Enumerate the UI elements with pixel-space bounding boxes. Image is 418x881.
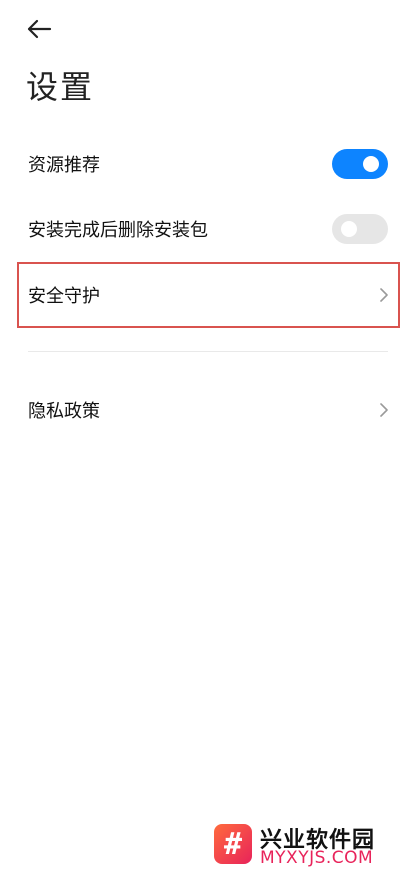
watermark-logo: # [214, 824, 252, 864]
resource-recommend-toggle[interactable] [332, 149, 388, 179]
toggle-knob [363, 156, 379, 172]
delete-package-toggle[interactable] [332, 214, 388, 244]
setting-label-privacy-policy: 隐私政策 [28, 401, 100, 422]
setting-label-delete-package: 安装完成后删除安装包 [28, 220, 208, 241]
watermark: # 兴业软件园 MYXYJS.COM [214, 822, 404, 868]
setting-label-resource-recommend: 资源推荐 [28, 155, 100, 176]
toggle-knob [341, 221, 357, 237]
setting-row-privacy-policy[interactable]: 隐私政策 [0, 378, 418, 442]
arrow-left-icon [27, 19, 52, 39]
setting-row-delete-package: 安装完成后删除安装包 [0, 197, 418, 261]
back-button[interactable] [22, 14, 56, 44]
watermark-name-en: MYXYJS.COM [260, 848, 374, 868]
section-divider [28, 351, 388, 352]
setting-row-resource-recommend: 资源推荐 [0, 132, 418, 196]
chevron-right-icon [380, 403, 388, 417]
highlight-box [17, 262, 400, 328]
page-title: 设置 [26, 68, 95, 106]
